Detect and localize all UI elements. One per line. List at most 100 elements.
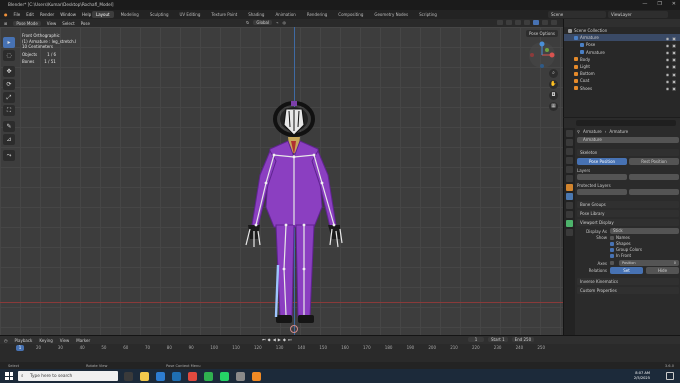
jump-start-icon[interactable]: ⏮ <box>262 337 266 342</box>
taskbar-app-icon[interactable] <box>252 371 261 381</box>
menu-select[interactable]: Select <box>62 21 74 26</box>
menu-window[interactable]: Window <box>60 12 76 17</box>
tab-rendering[interactable]: Rendering <box>303 11 331 18</box>
world-tab-icon[interactable] <box>566 175 573 182</box>
menu-file[interactable]: File <box>14 12 21 17</box>
rotate-tool-icon[interactable]: ⟳ <box>3 79 15 90</box>
menu-render[interactable]: Render <box>40 12 54 17</box>
visibility-toggle-icon[interactable] <box>497 20 503 25</box>
3d-viewport[interactable]: Front Orthographic (1) Armature : leg_st… <box>0 27 563 335</box>
taskbar-app-icon[interactable] <box>140 371 149 381</box>
object-tab-icon[interactable] <box>566 184 573 191</box>
tab-animation[interactable]: Animation <box>271 11 299 18</box>
snap-icon[interactable]: ⌁ <box>276 20 278 25</box>
physics-tab-icon[interactable] <box>566 202 573 209</box>
bone-tab-icon[interactable] <box>566 229 573 236</box>
view-layer-tab-icon[interactable] <box>566 157 573 164</box>
taskbar-app-icon[interactable] <box>188 371 197 381</box>
play-reverse-icon[interactable]: ◀ <box>273 337 276 342</box>
outliner-row[interactable]: Shoes ◉ ▣ <box>564 85 680 92</box>
bone-groups-section[interactable]: Bone Groups <box>577 201 679 208</box>
relations-set-button[interactable]: Set <box>610 267 643 274</box>
character-model[interactable] <box>230 97 360 335</box>
viewport-display-section[interactable]: Viewport Display <box>577 219 679 226</box>
display-as-dropdown[interactable]: Stick <box>610 228 679 234</box>
timeline-editor-icon[interactable]: ◷ <box>4 338 8 343</box>
close-button[interactable]: ✕ <box>672 1 676 7</box>
tab-modeling[interactable]: Modeling <box>117 11 143 18</box>
eye-icon[interactable]: ◉ <box>666 86 670 91</box>
taskbar-app-icon[interactable] <box>236 371 245 381</box>
eye-icon[interactable]: ◉ <box>666 57 670 62</box>
camera-icon[interactable]: ▣ <box>672 43 676 48</box>
system-clock[interactable]: 8:07 AM 2/5/2025 <box>634 371 650 381</box>
scale-tool-icon[interactable]: ⤢ <box>3 92 15 103</box>
menu-view[interactable]: View <box>47 21 57 26</box>
eye-icon[interactable]: ◉ <box>666 64 670 69</box>
menu-edit[interactable]: Edit <box>26 12 34 17</box>
xray-toggle-icon[interactable] <box>524 20 530 25</box>
camera-icon[interactable]: ▣ <box>672 36 676 41</box>
eye-icon[interactable]: ◉ <box>666 72 670 77</box>
view-layer-selector[interactable]: ViewLayer <box>608 11 668 18</box>
menu-help[interactable]: Help <box>82 12 91 17</box>
menu-timeline-view[interactable]: View <box>60 338 70 343</box>
relations-hide-button[interactable]: Hide <box>646 267 679 274</box>
notification-icon[interactable] <box>666 372 674 380</box>
play-icon[interactable]: ▶ <box>278 337 281 342</box>
outliner-row[interactable]: Body ◉ ▣ <box>564 56 680 63</box>
eye-icon[interactable]: ◉ <box>666 36 670 41</box>
start-frame-field[interactable]: Start 1 <box>488 337 508 342</box>
tab-geometry-nodes[interactable]: Geometry Nodes <box>370 11 412 18</box>
annotate-tool-icon[interactable]: ✎ <box>3 121 15 132</box>
taskbar-app-icon[interactable] <box>204 371 213 381</box>
tab-uv-editing[interactable]: UV Editing <box>176 11 205 18</box>
tool-tab-icon[interactable] <box>566 130 573 137</box>
pose-position-button[interactable]: Pose Position <box>577 158 627 165</box>
tab-compositing[interactable]: Compositing <box>334 11 367 18</box>
gizmo-toggle-icon[interactable] <box>506 20 512 25</box>
editor-type-icon[interactable]: ⊞ <box>4 21 7 26</box>
camera-icon[interactable]: ▣ <box>672 72 676 77</box>
show-option-checkbox[interactable]: In Front <box>610 253 679 259</box>
end-frame-field[interactable]: End 250 <box>511 337 535 342</box>
blender-logo-icon[interactable]: ● <box>4 12 8 17</box>
camera-icon[interactable]: ▣ <box>672 79 676 84</box>
constraints-tab-icon[interactable] <box>566 211 573 218</box>
render-tab-icon[interactable] <box>566 139 573 146</box>
scene-tab-icon[interactable] <box>566 166 573 173</box>
pose-library-section[interactable]: Pose Library <box>577 210 679 217</box>
taskbar-app-icon[interactable] <box>124 371 133 381</box>
maximize-button[interactable]: ❐ <box>657 1 661 7</box>
menu-playback[interactable]: Playback <box>15 338 33 343</box>
rest-position-button[interactable]: Rest Position <box>629 158 679 165</box>
scene-selector[interactable]: Scene <box>548 11 606 18</box>
shading-rendered-icon[interactable] <box>551 20 557 25</box>
protected-layers-grid-left[interactable] <box>577 189 627 195</box>
timeline-editor[interactable]: ◷ Playback Keying View Marker ⏮ ◆ ◀ ▶ ◆ … <box>0 335 680 362</box>
tab-shading[interactable]: Shading <box>244 11 268 18</box>
skeleton-section[interactable]: Skeleton <box>577 149 679 156</box>
shading-material-icon[interactable] <box>542 20 548 25</box>
camera-icon[interactable]: ▣ <box>672 57 676 62</box>
tab-layout[interactable]: Layout <box>92 11 114 18</box>
axes-position-field[interactable]: Position 0 <box>619 260 679 266</box>
outliner-row[interactable]: Coat ◉ ▣ <box>564 77 680 84</box>
outliner-row[interactable]: Bottom ◉ ▣ <box>564 70 680 77</box>
layers-grid-left[interactable] <box>577 174 627 180</box>
ortho-grid-icon[interactable]: ▦ <box>549 102 558 111</box>
layers-grid-right[interactable] <box>629 174 679 180</box>
mode-dropdown[interactable]: Pose Mode <box>13 20 41 26</box>
eye-icon[interactable]: ◉ <box>666 50 670 55</box>
jump-end-icon[interactable]: ⏭ <box>288 337 292 342</box>
frame-ruler[interactable]: 20 30 40 50 60 70 80 90 100 110 120 130 140 150 160 170… <box>0 345 563 351</box>
properties-search-input[interactable] <box>576 120 676 126</box>
taskbar-app-icon[interactable] <box>156 371 165 381</box>
taskbar-app-icon[interactable] <box>220 371 229 381</box>
navigation-gizmo-icon[interactable] <box>528 41 556 69</box>
axes-checkbox[interactable] <box>610 261 614 265</box>
tab-sculpting[interactable]: Sculpting <box>146 11 173 18</box>
inverse-kinematics-section[interactable]: Inverse Kinematics <box>577 278 679 285</box>
proportional-icon[interactable]: ◎ <box>283 20 287 25</box>
outliner-row[interactable]: Light ◉ ▣ <box>564 63 680 70</box>
